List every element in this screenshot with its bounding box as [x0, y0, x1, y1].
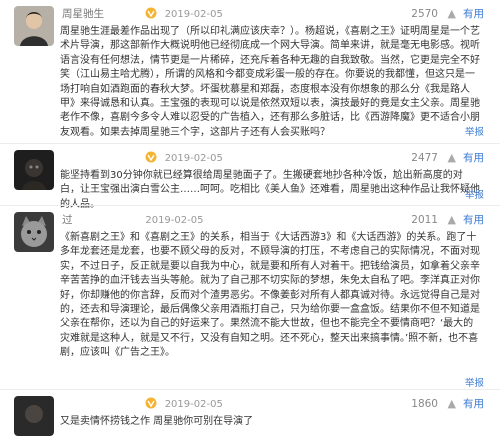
report-link[interactable]: 举报 [465, 127, 484, 139]
vip-badge-icon [145, 7, 157, 19]
comment-meta: 过 2019-02-05 [62, 213, 203, 227]
comment-meta: 周星驰生 2019-02-05 [62, 7, 223, 21]
comment-text: 又是卖情怀捞钱之作 周星驰你可别在导演了 [60, 416, 254, 427]
comment-text: 《新喜剧之王》和《喜剧之王》的关系，相当于《大话西游3》和《大话西游》的关系。跑… [60, 232, 480, 359]
username[interactable]: 周星驰生 [62, 7, 142, 21]
like-icon[interactable]: ▲ [448, 151, 456, 165]
comment-text: 周星驰生涯最差作品出现了（所以印礼满应该庆幸？）。杨超说，《喜剧之王》证明周星是… [60, 26, 480, 138]
comment-meta: 2019-02-05 [62, 151, 223, 165]
report-link[interactable]: 举报 [465, 190, 484, 202]
comment-item: 2019-02-05 2477 ▲ 有用 能坚持看到30分钟你就已经算很给周星驰… [0, 144, 500, 210]
avatar[interactable] [14, 6, 54, 46]
useful-button[interactable]: 有用 [463, 213, 484, 227]
avatar[interactable] [14, 212, 54, 252]
comment-item: 周星驰生 2019-02-05 2570 ▲ 有用 周星驰生涯最差作品出现了（所… [0, 0, 500, 142]
useful-button[interactable]: 有用 [463, 7, 484, 21]
like-count: 2570 [411, 8, 438, 20]
vip-badge-icon [145, 397, 157, 409]
useful-button[interactable]: 有用 [463, 397, 484, 411]
comment-meta: 2019-02-05 [62, 397, 223, 411]
like-count: 2477 [411, 152, 438, 164]
comment-date: 2019-02-05 [164, 153, 223, 164]
useful-button[interactable]: 有用 [463, 151, 484, 165]
comment-feed: 周星驰生 2019-02-05 2570 ▲ 有用 周星驰生涯最差作品出现了（所… [0, 0, 500, 436]
vip-badge-icon [145, 151, 157, 163]
comment-item: 过 2019-02-05 2011 ▲ 有用 《新喜剧之王》和《喜剧之王》的关系… [0, 206, 500, 389]
like-icon[interactable]: ▲ [448, 7, 456, 21]
like-count: 1860 [411, 398, 438, 410]
comment-date: 2019-02-05 [164, 9, 223, 20]
comment-date: 2019-02-05 [164, 399, 223, 410]
comment-date: 2019-02-05 [145, 215, 204, 226]
like-icon[interactable]: ▲ [448, 213, 456, 227]
like-count: 2011 [411, 214, 438, 226]
avatar[interactable] [14, 396, 54, 436]
username[interactable]: 过 [62, 213, 142, 227]
comment-item: 2019-02-05 1860 ▲ 有用 又是卖情怀捞钱之作 周星驰你可别在导演… [0, 390, 500, 436]
like-icon[interactable]: ▲ [448, 397, 456, 411]
avatar[interactable] [14, 150, 54, 190]
